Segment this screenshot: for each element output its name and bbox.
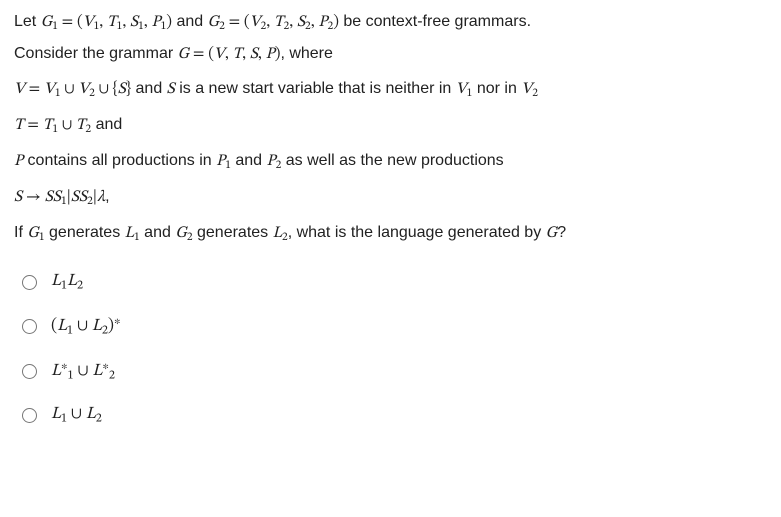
text: generates [45, 224, 125, 241]
text: as well as the new productions [281, 152, 503, 169]
math: L2 [273, 225, 288, 241]
text: and [172, 13, 208, 30]
option-b-radio[interactable] [22, 319, 37, 334]
math: S [167, 81, 175, 97]
math: G2 [175, 225, 192, 241]
math: G1 [27, 225, 44, 241]
math: V = V1 ∪ V2 ∪ {S} [14, 81, 131, 97]
math: P [14, 153, 23, 169]
answer-options: L1L2 (L1 ∪ L2)∗ L∗1 ∪ L∗2 L1 ∪ L2 [14, 269, 767, 429]
option-b[interactable]: (L1 ∪ L2)∗ [22, 313, 767, 341]
option-d-radio[interactable] [22, 408, 37, 423]
text: , [105, 188, 109, 205]
text: and [231, 152, 267, 169]
option-d[interactable]: L1 ∪ L2 [22, 402, 767, 428]
question-line-2: Consider the grammar G = (V, T, S, P), w… [14, 42, 767, 67]
option-a-label: L1L2 [51, 269, 83, 295]
text: contains all productions in [23, 152, 216, 169]
text: ? [557, 224, 566, 241]
math: L1 [125, 225, 140, 241]
option-a-radio[interactable] [22, 275, 37, 290]
option-a[interactable]: L1L2 [22, 269, 767, 295]
text: , where [280, 45, 332, 62]
text: and [91, 116, 122, 133]
question-line-if: If G1 generates L1 and G2 generates L2, … [14, 221, 767, 247]
math: P2 [267, 153, 282, 169]
math: V1 [456, 81, 473, 97]
text: and [131, 80, 167, 97]
question-line-p: P contains all productions in P1 and P2 … [14, 149, 767, 175]
question-line-1: Let G1 = (V1, T1, S1, P1) and G2 = (V2, … [14, 10, 767, 36]
question-line-t: T = T1 ∪ T2 and [14, 113, 767, 139]
math: T = T1 ∪ T2 [14, 117, 91, 133]
math: G = (V, T, S, P) [178, 46, 281, 62]
text: , what is the language generated by [288, 224, 546, 241]
text: Consider the grammar [14, 45, 178, 62]
question-line-s: S → SS1|SS2|λ, [14, 185, 767, 211]
text: If [14, 224, 27, 241]
math: G1 = (V1, T1, S1, P1) [41, 14, 172, 30]
text: is a new start variable that is neither … [175, 80, 456, 97]
text: Let [14, 13, 41, 30]
text: be context-free grammars. [339, 13, 531, 30]
text: nor in [472, 80, 521, 97]
text: and [140, 224, 176, 241]
option-c-radio[interactable] [22, 364, 37, 379]
math: G [546, 225, 558, 241]
text: generates [193, 224, 273, 241]
option-c[interactable]: L∗1 ∪ L∗2 [22, 357, 767, 385]
math: S → SS1|SS2|λ [14, 189, 105, 205]
math: G2 = (V2, T2, S2, P2) [208, 14, 339, 30]
option-b-label: (L1 ∪ L2)∗ [51, 313, 121, 341]
math: P1 [216, 153, 231, 169]
math: V2 [521, 81, 538, 97]
question-line-v: V = V1 ∪ V2 ∪ {S} and S is a new start v… [14, 77, 767, 103]
option-c-label: L∗1 ∪ L∗2 [51, 357, 115, 385]
option-d-label: L1 ∪ L2 [51, 402, 102, 428]
